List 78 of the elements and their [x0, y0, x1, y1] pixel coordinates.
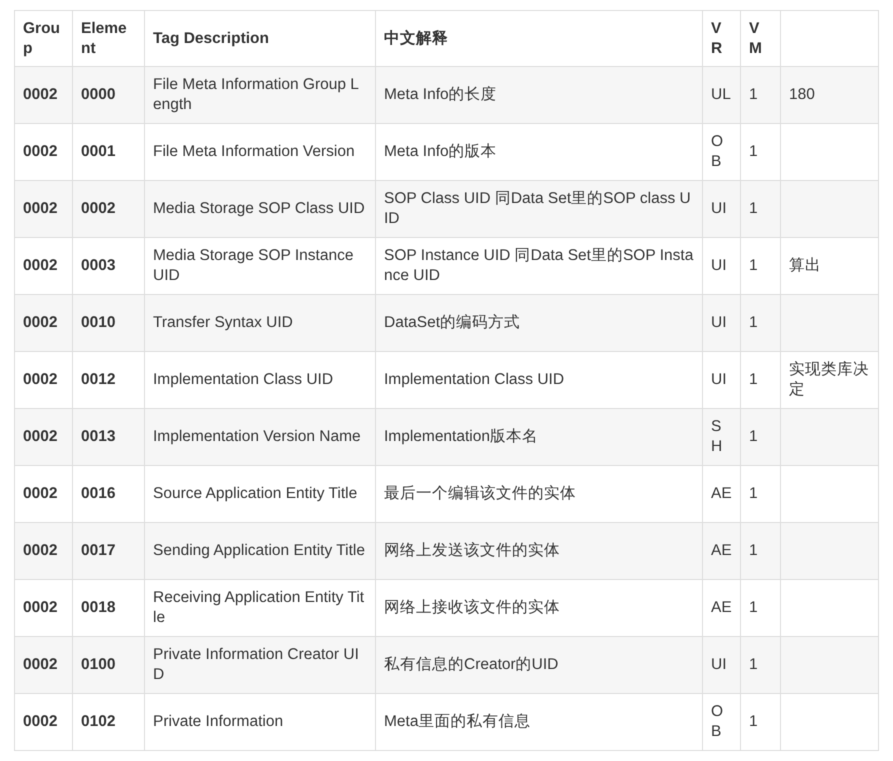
table-cell: 1	[749, 485, 758, 502]
table-cell: Sending Application Entity Title	[153, 542, 365, 559]
table-cell: 1	[749, 371, 758, 388]
table-cell: 0002	[23, 86, 58, 103]
table-cell: 0002	[23, 143, 58, 160]
table-cell: 0100	[81, 656, 116, 673]
table-cell: DataSet的编码方式	[384, 314, 520, 331]
table-cell: 0010	[81, 314, 116, 331]
table-cell: 0013	[81, 428, 116, 445]
column-header: Tag Description	[144, 10, 376, 66]
table-cell: 0000	[81, 86, 116, 103]
table-cell: AE	[711, 485, 732, 502]
table-cell: 0002	[23, 257, 58, 274]
table-cell: SOP Class UID 同Data Set里的SOP class UID	[384, 190, 691, 227]
table-cell: 网络上接收该文件的实体	[384, 599, 560, 616]
table-cell: Private Information Creator UID	[153, 646, 359, 683]
table-cell: 0002	[23, 542, 58, 559]
table-cell: 网络上发送该文件的实体	[384, 542, 560, 559]
table-cell: 0012	[81, 371, 116, 388]
table-cell: Implementation Version Name	[153, 428, 361, 445]
table-cell: Media Storage SOP Class UID	[153, 200, 365, 217]
table-cell: 0001	[81, 143, 116, 160]
table-cell: UI	[711, 656, 726, 673]
table-cell: 0002	[23, 599, 58, 616]
table-cell: Meta Info的版本	[384, 143, 497, 160]
table-cell: UL	[711, 86, 731, 103]
table-cell: 实现类库决定	[789, 361, 869, 398]
table-cell: 1	[749, 314, 758, 331]
table-cell: 0018	[81, 599, 116, 616]
column-header: 中文解释	[376, 10, 702, 66]
table-cell: Media Storage SOP Instance UID	[153, 247, 354, 284]
table-cell: Source Application Entity Title	[153, 485, 358, 502]
table-cell: 0002	[23, 200, 58, 217]
table-cell: 0102	[81, 713, 116, 730]
table-cell: Transfer Syntax UID	[153, 314, 293, 331]
table-cell: 0016	[81, 485, 116, 502]
table-cell: 180	[789, 86, 815, 103]
table-cell: Implementation Class UID	[384, 371, 564, 388]
table-cell: Meta Info的长度	[384, 86, 497, 103]
table-cell: 算出	[789, 257, 821, 274]
table-cell: 0002	[23, 371, 58, 388]
table-cell: UI	[711, 200, 726, 217]
table-cell: 1	[749, 656, 758, 673]
table-cell: SOP Instance UID 同Data Set里的SOP Instance UID	[384, 247, 694, 284]
table-cell: 1	[749, 713, 758, 730]
table-cell: Implementation版本名	[384, 428, 538, 445]
table-cell: UI	[711, 257, 726, 274]
table-cell: AE	[711, 599, 732, 616]
table-cell: UI	[711, 314, 726, 331]
table-cell: 1	[749, 542, 758, 559]
table-cell: Implementation Class UID	[153, 371, 334, 388]
table-cell: File Meta Information Group Length	[153, 76, 359, 113]
table-cell: 私有信息的Creator的UID	[384, 656, 558, 673]
table-cell: Receiving Application Entity Title	[153, 589, 364, 626]
table-cell: OB	[711, 703, 724, 740]
table-cell: OB	[711, 133, 724, 170]
table-cell: 1	[749, 599, 758, 616]
table-cell: 0002	[23, 656, 58, 673]
table-cell: 0002	[23, 713, 58, 730]
table-cell: SH	[711, 418, 722, 455]
table-cell: 1	[749, 428, 758, 445]
table-cell: 1	[749, 86, 758, 103]
table-cell: 0017	[81, 542, 116, 559]
table-cell: 0002	[81, 200, 116, 217]
table-cell: 1	[749, 257, 758, 274]
table-cell: 0002	[23, 428, 58, 445]
table-cell: 0002	[23, 314, 58, 331]
table-cell: AE	[711, 542, 732, 559]
table-cell: 最后一个编辑该文件的实体	[384, 485, 576, 502]
table-cell: Private Information	[153, 713, 284, 730]
table-cell: UI	[711, 371, 726, 388]
column-header: Group	[14, 10, 72, 66]
table-cell: Meta里面的私有信息	[384, 713, 530, 730]
table-cell: 1	[749, 200, 758, 217]
table-cell: File Meta Information Version	[153, 143, 355, 160]
table-cell: 0003	[81, 257, 116, 274]
table-cell: 1	[749, 143, 758, 160]
table-cell: 0002	[23, 485, 58, 502]
